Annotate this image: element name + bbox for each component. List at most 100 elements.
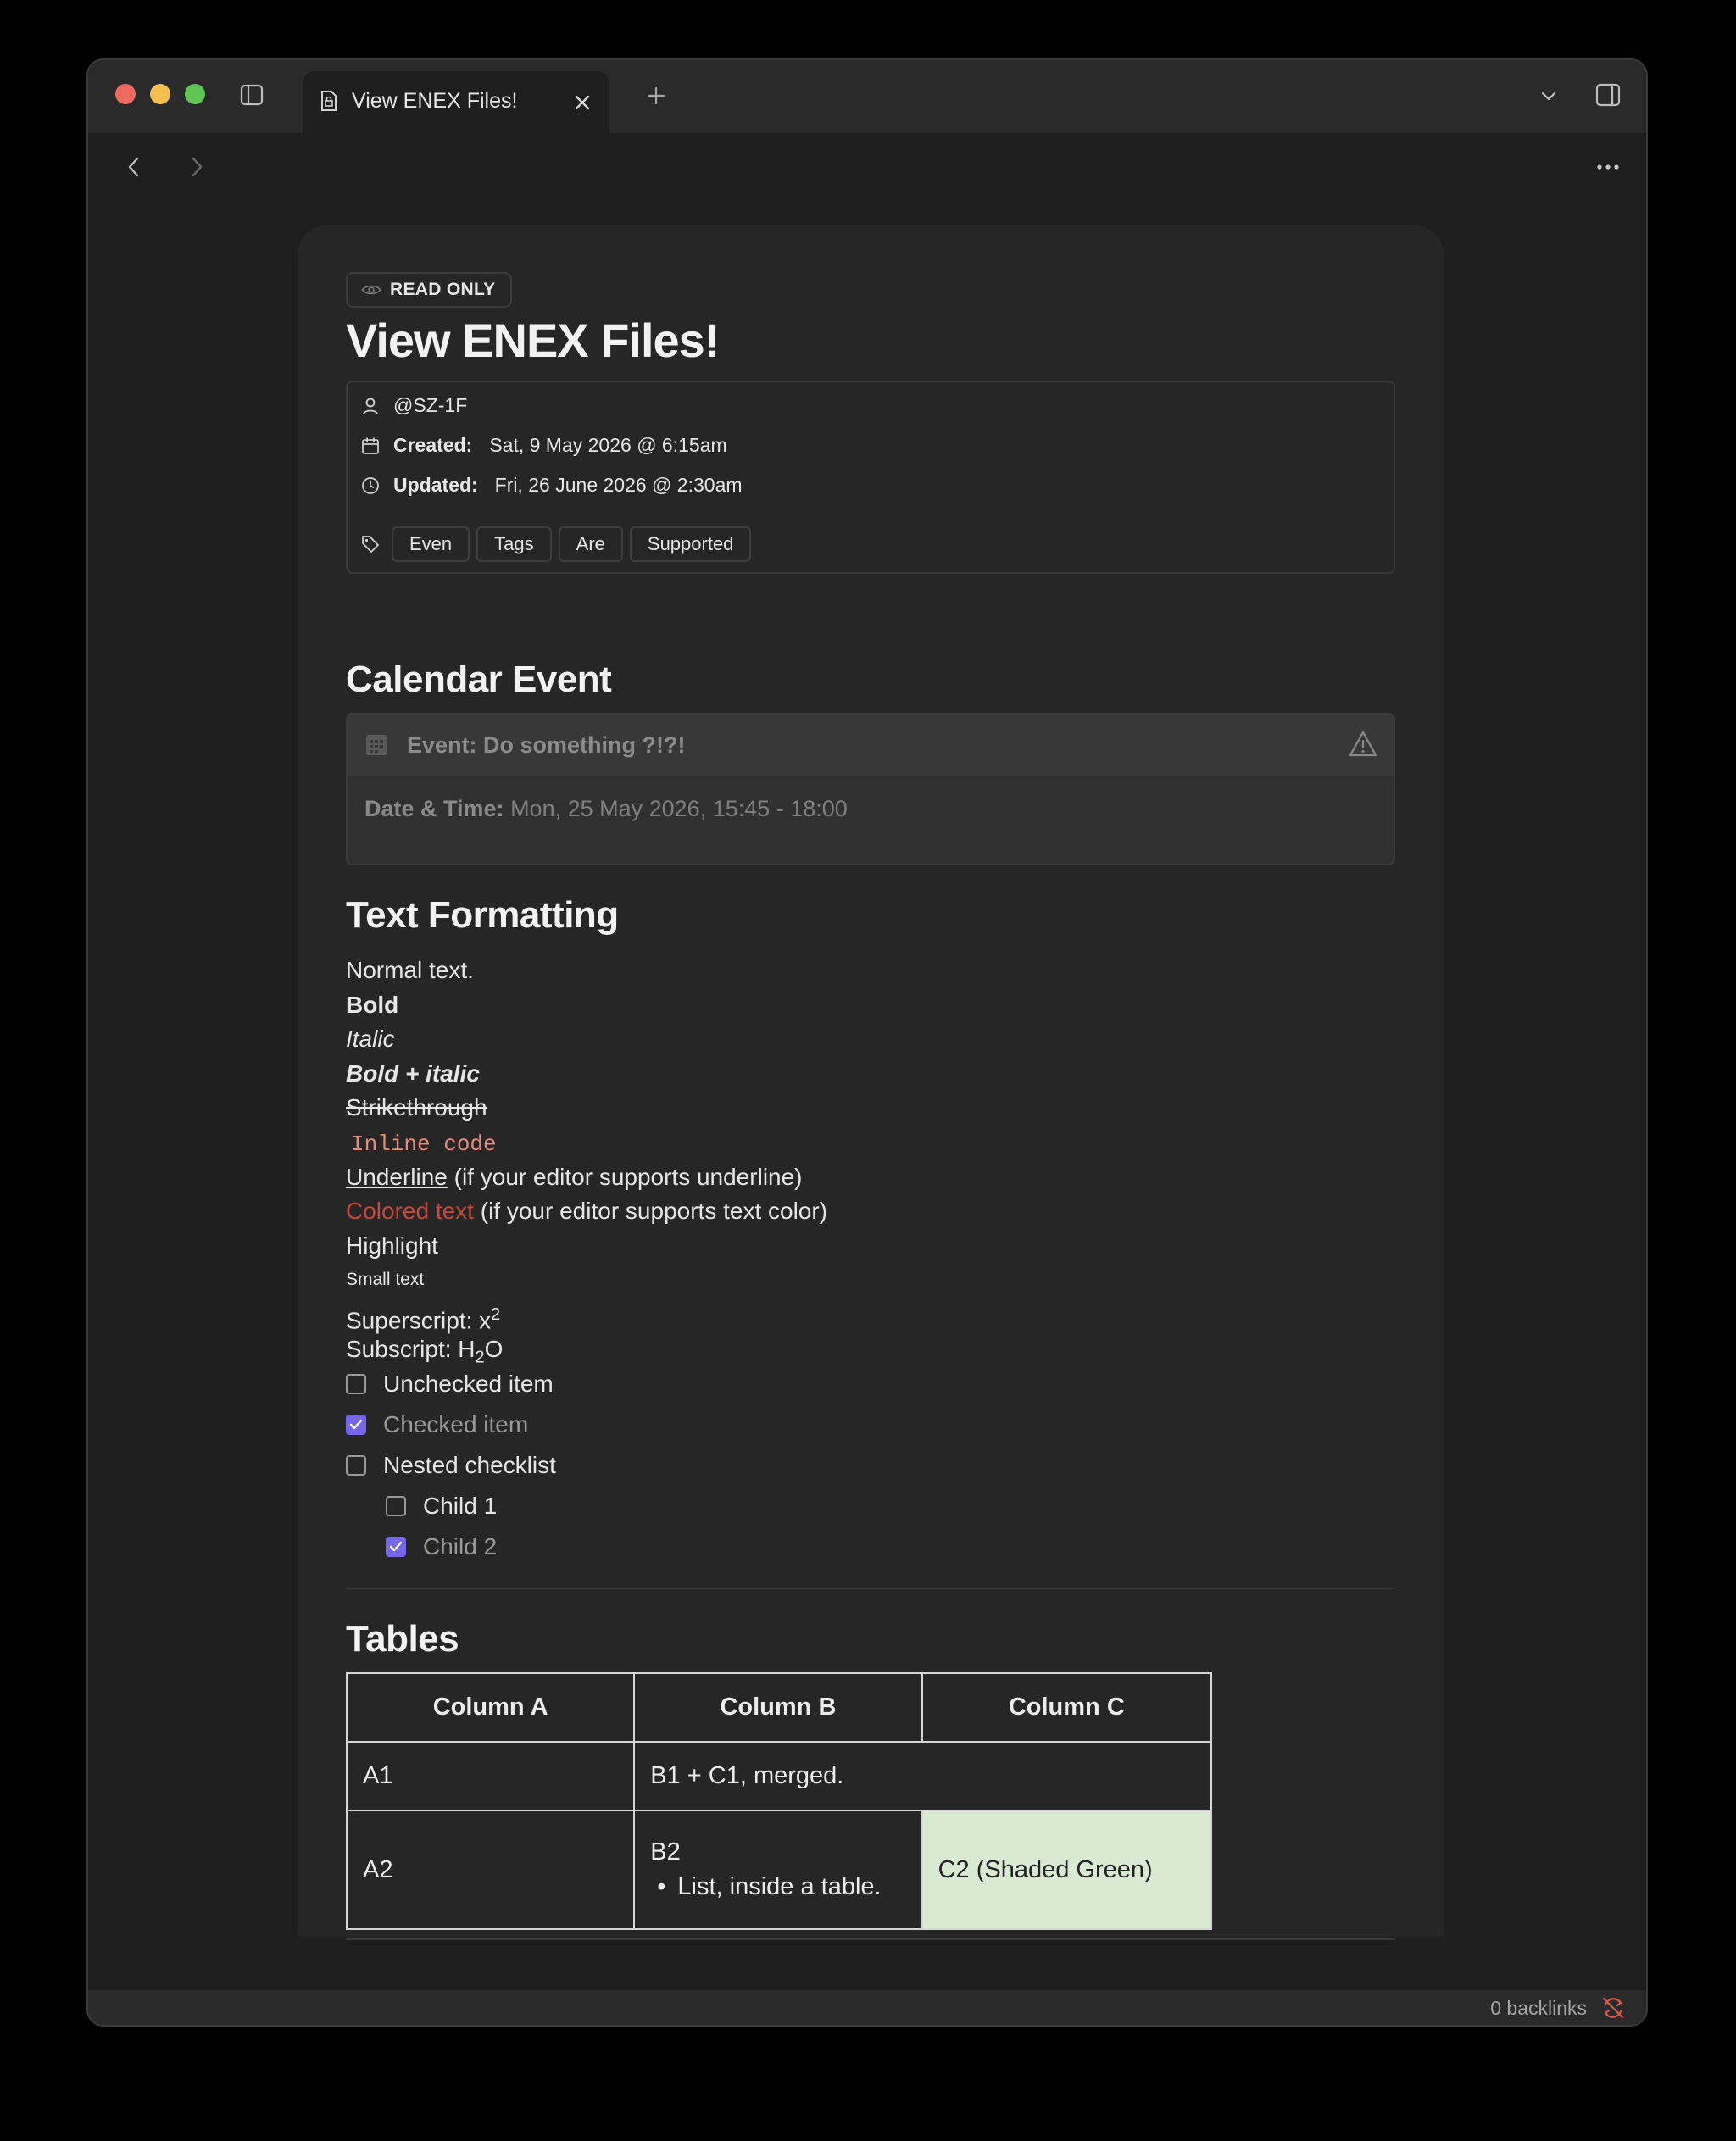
checklist-label: Nested checklist [383,1452,556,1478]
table-header-cell: Column B [633,1672,923,1743]
eye-icon [361,285,381,295]
checklist-item[interactable]: Checked item [346,1404,528,1445]
inline-code-line: Inline code [346,1126,1395,1160]
title-bar: View ENEX Files! [88,60,1646,133]
checklist-label: Child 1 [423,1493,498,1519]
new-tab-plus-icon[interactable] [639,79,673,113]
table-header-row: Column A Column B Column C [345,1672,1213,1743]
small-text: Small text [346,1270,425,1290]
page-title: View ENEX Files! [346,314,720,367]
tables-heading: Tables [346,1618,459,1660]
sync-off-icon[interactable] [1600,1995,1628,2022]
checklist-item[interactable]: Unchecked item [346,1364,554,1404]
checklist-label: Child 2 [423,1533,498,1560]
metadata-panel: @SZ-1F Created: Sat, 9 May 2026 @ 6:15am… [346,381,1395,574]
checkbox[interactable] [386,1496,406,1516]
checklist-child-item[interactable]: Child 1 [386,1486,497,1527]
colored-text: Colored text [346,1198,474,1225]
table-row: A2 B2 List, inside a table. C2 (Shaded G… [345,1810,1213,1930]
status-bar: 0 backlinks [88,1990,1646,2025]
divider [346,1588,1395,1589]
right-sidebar-toggle-icon[interactable] [1592,79,1624,111]
event-title: Event: Do something ?!?! [407,732,686,758]
superscript-value: 2 [491,1304,501,1324]
clock-icon [359,475,381,497]
checklist-child-item[interactable]: Child 2 [386,1527,497,1567]
tag-list: Even Tags Are Supported [359,526,752,562]
event-datetime-value: Mon, 25 May 2026, 15:45 - 18:00 [510,796,848,821]
event-datetime: Date & Time: Mon, 25 May 2026, 15:45 - 1… [364,796,848,822]
table-header-cell: Column C [921,1672,1213,1743]
calendar-grid-icon [364,733,388,757]
tag-chip[interactable]: Are [558,526,623,562]
close-tab-icon[interactable] [570,90,595,115]
formatting-examples: Normal text. Bold Italic Bold + italic S… [346,954,1395,1366]
checkbox[interactable] [346,1455,366,1476]
italic-text: Italic [346,1026,395,1053]
zoom-window-button[interactable] [185,84,205,104]
superscript-label: Superscript: x [346,1307,492,1334]
read-only-label: READ ONLY [390,280,496,299]
normal-text: Normal text. [346,957,474,983]
checkbox-checked[interactable] [386,1537,406,1557]
table-cell: B2 List, inside a table. [633,1810,923,1930]
created-label: Created: [393,434,473,456]
tab-active[interactable]: View ENEX Files! [303,71,609,133]
note-page: READ ONLY View ENEX Files! @SZ-1F Create… [298,225,1444,1940]
created-value: Sat, 9 May 2026 @ 6:15am [489,434,727,456]
checkbox-checked[interactable] [346,1415,366,1435]
table-row: A1 B1 + C1, merged. [345,1741,1212,1811]
list-item: List, inside a table. [657,1873,905,1901]
tab-title: View ENEX Files! [352,89,518,113]
table-cell: A1 [345,1741,636,1811]
underline-line: Underline (if your editor supports under… [346,1160,1395,1195]
app-window: View ENEX Files! READ ONLY View ENEX Fil… [86,58,1648,2027]
subscript-line: Subscript: H2O [346,1332,1395,1367]
cell-text: B2 [650,1838,681,1866]
bold-text: Bold [346,991,399,1018]
updated-row: Updated: Fri, 26 June 2026 @ 2:30am [359,474,743,497]
sidebar-toggle-icon[interactable] [237,81,266,109]
checklist-label: Unchecked item [383,1371,554,1397]
minimize-window-button[interactable] [150,84,170,104]
table-cell-merged: B1 + C1, merged. [633,1741,1212,1811]
checklist-item[interactable]: Nested checklist [346,1445,556,1486]
tag-chip[interactable]: Supported [629,526,752,562]
author-row: @SZ-1F [359,394,467,417]
strikethrough-text: Strikethrough [346,1094,487,1121]
subscript-tail: O [484,1335,504,1362]
checkbox[interactable] [346,1374,366,1394]
table-cell: A2 [345,1810,636,1930]
updated-label: Updated: [393,474,478,496]
more-options-icon[interactable] [1592,153,1624,181]
chevron-right-icon[interactable] [183,153,210,181]
chevron-down-icon[interactable] [1533,81,1564,111]
formatting-heading: Text Formatting [346,894,619,936]
colored-line: Colored text (if your editor supports te… [346,1194,1395,1229]
checklist-label: Checked item [383,1411,529,1438]
table-cell-shaded: C2 (Shaded Green) [921,1810,1213,1930]
chevron-left-icon[interactable] [120,153,147,181]
author-value: @SZ-1F [393,394,468,416]
tag-chip[interactable]: Tags [476,526,552,562]
close-window-button[interactable] [115,84,136,104]
colored-note: (if your editor supports text color) [480,1198,828,1225]
highlight-text: Highlight [346,1232,438,1259]
checkmark-icon [349,1419,363,1430]
calendar-event-card: Event: Do something ?!?! Date & Time: Mo… [346,713,1395,865]
table-header-cell: Column A [345,1672,636,1743]
event-datetime-label: Date & Time: [364,796,504,821]
tag-chip[interactable]: Even [392,526,470,562]
navigation-bar [88,133,1646,201]
calendar-heading: Calendar Event [346,659,612,700]
updated-value: Fri, 26 June 2026 @ 2:30am [494,474,743,496]
warning-icon [1348,730,1378,760]
underline-note: (if your editor supports underline) [453,1163,803,1190]
document-lock-icon [320,90,342,115]
underline-text: Underline [346,1163,448,1190]
user-icon [359,395,381,417]
backlinks-count[interactable]: 0 backlinks [1490,1997,1587,2020]
read-only-badge: READ ONLY [346,272,513,308]
superscript-line: Superscript: x2 [346,1298,1395,1334]
checkmark-icon [389,1541,403,1552]
